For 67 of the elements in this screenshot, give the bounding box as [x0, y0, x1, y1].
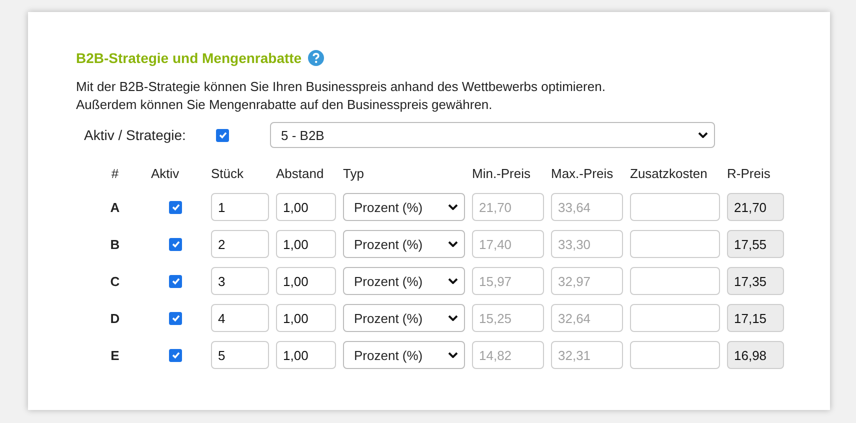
caret-icon — [448, 278, 458, 284]
column-header: Zusatzkosten — [630, 165, 708, 183]
column-header: Typ — [343, 165, 365, 183]
max-price-field[interactable]: 32,31 — [551, 341, 623, 369]
row-label: E — [110, 348, 120, 362]
column-header: Aktiv — [150, 165, 180, 183]
caret-icon — [448, 241, 458, 247]
r-price-field[interactable]: 17,55 — [727, 230, 784, 258]
extra-costs-field[interactable] — [630, 341, 720, 369]
description-text: Mit der B2B-Strategie können Sie Ihren Businesspreis anhand des Wettbewerbs optimieren. — [76, 78, 606, 96]
distance-field[interactable]: 1,00 — [276, 267, 336, 295]
extra-costs-field[interactable] — [630, 267, 720, 295]
checkbox[interactable] — [169, 312, 182, 324]
max-price-field[interactable]: 33,30 — [551, 230, 623, 258]
caret-icon — [448, 352, 458, 358]
caret-icon — [448, 204, 458, 210]
extra-costs-field[interactable] — [630, 230, 720, 258]
quantity-field[interactable]: 5 — [211, 341, 269, 369]
distance-field[interactable]: 1,00 — [276, 193, 336, 221]
description-text: Außerdem können Sie Mengenrabatte auf den Businesspreis gewähren. — [76, 96, 494, 114]
column-header: Min.-Preis — [472, 165, 532, 183]
strategy-select[interactable]: 5 - B2B — [270, 122, 715, 148]
checkbox[interactable] — [169, 274, 182, 288]
min-price-field[interactable]: 15,97 — [472, 267, 544, 295]
min-price-field[interactable]: 17,40 — [472, 230, 544, 258]
column-header: Stück — [211, 165, 245, 183]
type-select[interactable]: Prozent (%) — [343, 267, 465, 295]
row-label: D — [109, 310, 121, 326]
max-price-field[interactable]: 32,97 — [551, 267, 623, 295]
help-icon[interactable] — [308, 50, 324, 66]
caret-icon — [698, 132, 708, 138]
distance-field[interactable]: 1,00 — [276, 230, 336, 258]
extra-costs-field[interactable] — [630, 193, 720, 221]
type-select[interactable]: Prozent (%) — [343, 230, 465, 258]
max-price-field[interactable]: 32,64 — [551, 304, 623, 332]
quantity-field[interactable]: 4 — [211, 304, 269, 332]
column-header: Max.-Preis — [551, 165, 614, 183]
min-price-field[interactable]: 14,82 — [472, 341, 544, 369]
min-price-field[interactable]: 21,70 — [472, 193, 544, 221]
checkbox[interactable] — [169, 348, 182, 362]
column-header: R-Preis — [727, 165, 772, 183]
quantity-field[interactable]: 3 — [211, 267, 269, 295]
row-label: C — [109, 274, 121, 288]
r-price-field[interactable]: 17,15 — [727, 304, 784, 332]
quantity-field[interactable]: 2 — [211, 230, 269, 258]
column-header: # — [110, 165, 120, 183]
type-select[interactable]: Prozent (%) — [343, 193, 465, 221]
row-label: B — [109, 236, 121, 252]
checkbox[interactable] — [169, 200, 182, 214]
section-title: B2B-Strategie und Mengenrabatte — [76, 50, 302, 66]
r-price-field[interactable]: 17,35 — [727, 267, 784, 295]
strategy-label: Aktiv / Strategie: — [84, 127, 187, 143]
distance-field[interactable]: 1,00 — [276, 304, 336, 332]
min-price-field[interactable]: 15,25 — [472, 304, 544, 332]
row-label: A — [109, 200, 121, 214]
quantity-field[interactable]: 1 — [211, 193, 269, 221]
column-header: Abstand — [276, 165, 325, 183]
r-price-field[interactable]: 21,70 — [727, 193, 784, 221]
type-select[interactable]: Prozent (%) — [343, 304, 465, 332]
caret-icon — [448, 315, 458, 321]
checkbox[interactable] — [216, 128, 229, 142]
r-price-field[interactable]: 16,98 — [727, 341, 784, 369]
distance-field[interactable]: 1,00 — [276, 341, 336, 369]
max-price-field[interactable]: 33,64 — [551, 193, 623, 221]
extra-costs-field[interactable] — [630, 304, 720, 332]
checkbox[interactable] — [169, 238, 182, 250]
type-select[interactable]: Prozent (%) — [343, 341, 465, 369]
